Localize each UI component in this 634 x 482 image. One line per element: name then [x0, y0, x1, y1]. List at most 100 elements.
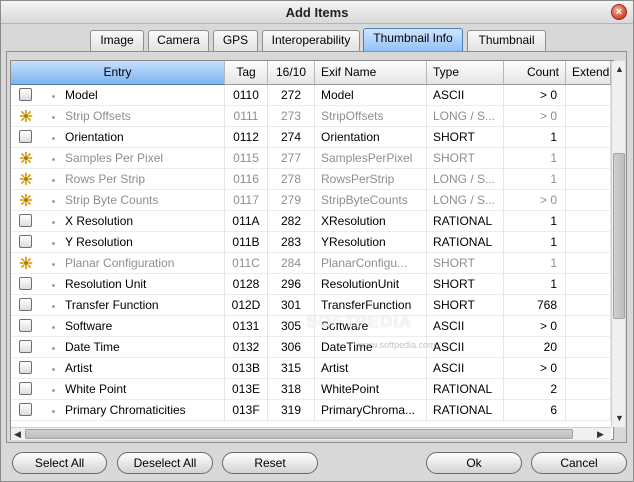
cell-tag: 013E [225, 379, 268, 400]
row-checkbox[interactable] [19, 277, 32, 290]
row-checkbox[interactable] [19, 340, 32, 353]
cell-type: RATIONAL [427, 211, 504, 232]
column-header-extend[interactable]: Extend [566, 61, 611, 85]
table-row[interactable]: Y Resolution 011B 283 YResolution RATIONAL 1 [11, 232, 611, 253]
cell-extend [566, 85, 611, 106]
row-checkbox[interactable] [19, 361, 32, 374]
cell-count: 2 [504, 379, 566, 400]
cell-count: 1 [504, 169, 566, 190]
deselect-all-button[interactable]: Deselect All [117, 452, 213, 474]
cell-exif: Orientation [315, 127, 427, 148]
tab-gps[interactable]: GPS [213, 30, 258, 51]
cell-exif: Artist [315, 358, 427, 379]
cell-count: > 0 [504, 190, 566, 211]
table-row[interactable]: Orientation 0112 274 Orientation SHORT 1 [11, 127, 611, 148]
tab-thumbnail[interactable]: Thumbnail [467, 30, 546, 51]
cell-type: ASCII [427, 85, 504, 106]
title-bar[interactable]: Add Items × [1, 1, 633, 24]
cell-extend [566, 316, 611, 337]
cell-extend [566, 400, 611, 421]
table-row[interactable]: Planar Configuration 011C 284 PlanarConfigu… [11, 253, 611, 274]
vertical-scroll-thumb[interactable] [613, 153, 625, 319]
table-row[interactable]: Resolution Unit 0128 296 ResolutionUnit SHOR… [11, 274, 611, 295]
cell-tag: 011C [225, 253, 268, 274]
row-checkbox[interactable] [19, 130, 32, 143]
locked-icon [19, 109, 33, 123]
table-row[interactable]: Date Time 0132 306 DateTime ASCII 20 [11, 337, 611, 358]
entry-label: Artist [65, 361, 93, 375]
cell-dec: 273 [268, 106, 315, 127]
column-header-type[interactable]: Type [427, 61, 504, 85]
row-checkbox[interactable] [19, 382, 32, 395]
ok-button[interactable]: Ok [426, 452, 522, 474]
horizontal-scroll-thumb[interactable] [25, 429, 573, 439]
tab-image[interactable]: Image [90, 30, 144, 51]
cell-extend [566, 274, 611, 295]
row-checkbox[interactable] [19, 319, 32, 332]
select-all-button[interactable]: Select All [12, 452, 107, 474]
cell-entry: Software [11, 316, 225, 337]
column-header-tag[interactable]: Tag [225, 61, 268, 85]
cell-exif: PlanarConfigu... [315, 253, 427, 274]
column-header-entry[interactable]: Entry [11, 61, 225, 85]
row-checkbox[interactable] [19, 298, 32, 311]
row-checkbox[interactable] [19, 235, 32, 248]
scroll-left-icon[interactable]: ◀ [14, 429, 21, 439]
cell-tag: 0116 [225, 169, 268, 190]
row-checkbox[interactable] [19, 88, 32, 101]
watermark: SOFTPEDIA [306, 312, 413, 331]
cell-extend [566, 232, 611, 253]
cancel-button[interactable]: Cancel [531, 452, 627, 474]
table-row[interactable]: Rows Per Strip 0116 278 RowsPerStrip LONG / … [11, 169, 611, 190]
table-row[interactable]: Strip Offsets 0111 273 StripOffsets LONG / S… [11, 106, 611, 127]
column-header-dec[interactable]: 16/10 [268, 61, 315, 85]
vertical-scrollbar[interactable]: ▲ ▼ [611, 61, 625, 427]
bullet-icon [52, 242, 55, 245]
cell-dec: 296 [268, 274, 315, 295]
horizontal-scrollbar[interactable]: ◀ ▶ [11, 427, 611, 440]
entry-label: Planar Configuration [65, 256, 175, 270]
table-row[interactable]: White Point 013E 318 WhitePoint RATIONAL 2 [11, 379, 611, 400]
cell-exif: XResolution [315, 211, 427, 232]
close-button[interactable]: × [611, 4, 627, 20]
table-row[interactable]: Strip Byte Counts 0117 279 StripByteCounts L… [11, 190, 611, 211]
cell-tag: 011B [225, 232, 268, 253]
cell-entry: Y Resolution [11, 232, 225, 253]
reset-button[interactable]: Reset [222, 452, 318, 474]
scroll-down-icon[interactable]: ▼ [615, 413, 624, 423]
scroll-right-icon[interactable]: ▶ [597, 429, 604, 439]
table-row[interactable]: Artist 013B 315 Artist ASCII > 0 [11, 358, 611, 379]
cell-count: 1 [504, 148, 566, 169]
bullet-icon [52, 368, 55, 371]
column-header-exif-name[interactable]: Exif Name [315, 61, 427, 85]
locked-icon [19, 172, 33, 186]
scroll-up-icon[interactable]: ▲ [615, 64, 624, 74]
table-row[interactable]: Model 0110 272 Model ASCII > 0 [11, 85, 611, 106]
locked-icon [19, 193, 33, 207]
table-row[interactable]: Primary Chromaticities 013F 319 PrimaryChro… [11, 400, 611, 421]
cell-type: ASCII [427, 337, 504, 358]
cell-dec: 318 [268, 379, 315, 400]
cell-exif: PrimaryChroma... [315, 400, 427, 421]
cell-entry: X Resolution [11, 211, 225, 232]
row-checkbox[interactable] [19, 403, 32, 416]
cell-exif: YResolution [315, 232, 427, 253]
table-row[interactable]: X Resolution 011A 282 XResolution RATIONAL 1 [11, 211, 611, 232]
tab-camera[interactable]: Camera [148, 30, 209, 51]
cell-extend [566, 106, 611, 127]
cell-type: SHORT [427, 148, 504, 169]
cell-type: LONG / S... [427, 169, 504, 190]
tab-bar: Image Camera GPS Interoperability Thumbn… [1, 28, 634, 52]
table-row[interactable]: Samples Per Pixel 0115 277 SamplesPerPixel S… [11, 148, 611, 169]
cell-extend [566, 169, 611, 190]
locked-icon [19, 151, 33, 165]
cell-count: 20 [504, 337, 566, 358]
bullet-icon [52, 284, 55, 287]
entry-label: Strip Byte Counts [65, 193, 159, 207]
tab-thumbnail-info[interactable]: Thumbnail Info [363, 28, 463, 52]
cell-exif: ResolutionUnit [315, 274, 427, 295]
bullet-icon [52, 116, 55, 119]
tab-interoperability[interactable]: Interoperability [262, 30, 360, 51]
column-header-count[interactable]: Count [504, 61, 566, 85]
row-checkbox[interactable] [19, 214, 32, 227]
